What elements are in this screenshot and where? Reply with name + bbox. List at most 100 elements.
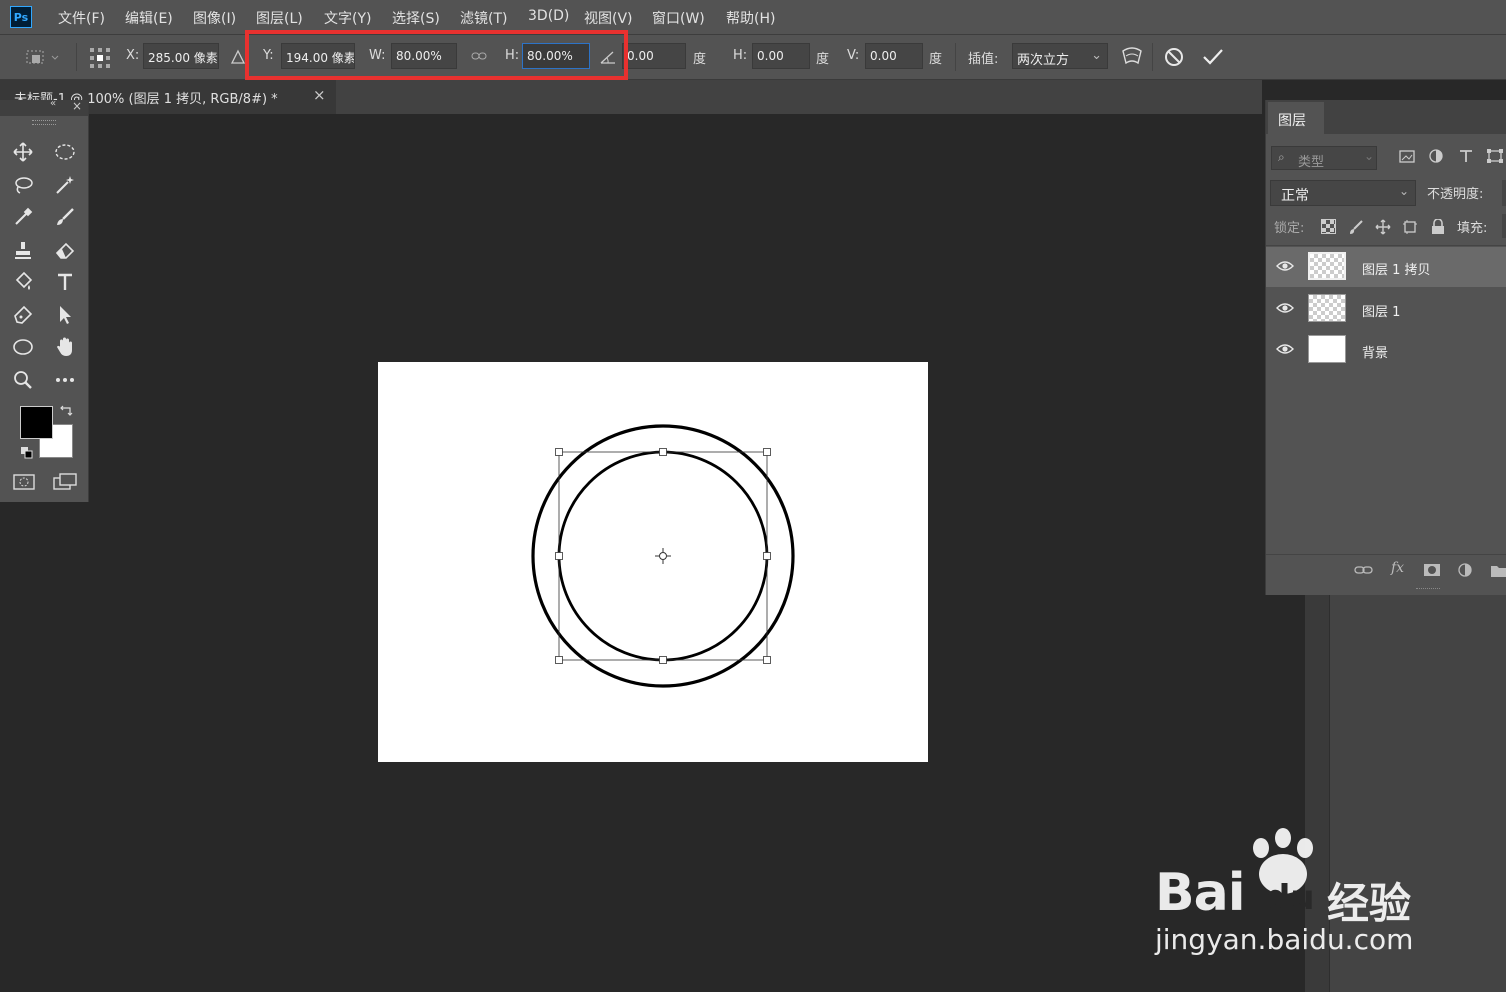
layer-thumbnail — [1308, 252, 1346, 280]
menu-layer[interactable]: 图层(L) — [256, 8, 303, 28]
blend-mode-value: 正常 — [1281, 188, 1309, 204]
opacity-label: 不透明度: — [1427, 187, 1484, 202]
default-colors-icon[interactable] — [20, 446, 34, 460]
chevron-down-icon: ⌄ — [1091, 48, 1102, 63]
layer-filter-select[interactable]: ⌕ 类型 ⌄ — [1271, 146, 1377, 170]
brush-tool-icon[interactable] — [49, 203, 81, 231]
menu-bar: Ps 文件(F) 编辑(E) 图像(I) 图层(L) 文字(Y) 选择(S) 滤… — [0, 0, 1506, 35]
opacity-input[interactable] — [1502, 180, 1506, 206]
x-label: X: — [126, 48, 140, 63]
layers-tab[interactable]: 图层 — [1268, 102, 1324, 134]
layer-row[interactable]: 背景 — [1266, 330, 1506, 370]
menu-image[interactable]: 图像(I) — [193, 8, 236, 28]
inner-circle — [557, 450, 769, 662]
ellipse-tool-icon[interactable] — [7, 333, 39, 361]
more-tools-icon[interactable] — [49, 366, 81, 394]
highlight-box — [245, 30, 628, 80]
visibility-eye-icon[interactable] — [1276, 259, 1294, 273]
menu-help[interactable]: 帮助(H) — [726, 8, 775, 28]
menu-filter[interactable]: 滤镜(T) — [460, 8, 507, 28]
elliptical-marquee-icon[interactable] — [49, 138, 81, 166]
lock-transparent-icon[interactable] — [1321, 219, 1337, 235]
outer-circle — [531, 424, 795, 688]
menu-window[interactable]: 窗口(W) — [652, 8, 705, 28]
close-panel-icon[interactable]: × — [72, 99, 82, 113]
collapse-icon[interactable]: « — [50, 98, 56, 109]
relative-position-icon[interactable] — [230, 49, 246, 65]
interpolation-select[interactable]: 两次立方 ⌄ — [1012, 43, 1108, 69]
vskew-unit: 度 — [929, 52, 943, 67]
add-mask-icon[interactable] — [1423, 562, 1441, 578]
layer-row[interactable]: 图层 1 拷贝 — [1266, 247, 1506, 287]
clone-stamp-icon[interactable] — [7, 236, 39, 264]
blend-mode-select[interactable]: 正常 ⌄ — [1270, 180, 1416, 206]
eraser-tool-icon[interactable] — [49, 236, 81, 264]
x-input[interactable]: 285.00 像素 — [143, 43, 219, 69]
filter-pixel-icon[interactable] — [1398, 148, 1416, 164]
grip-icon — [32, 120, 56, 125]
fill-input[interactable] — [1502, 214, 1506, 238]
close-tab-icon[interactable]: × — [313, 86, 326, 104]
vskew-input[interactable]: 0.00 — [865, 43, 923, 69]
layer-filter-label: 类型 — [1298, 155, 1325, 170]
pen-tool-icon[interactable] — [7, 301, 39, 329]
layers-tab-label: 图层 — [1278, 113, 1306, 129]
lock-label: 锁定: — [1274, 221, 1305, 236]
adjustment-layer-icon[interactable] — [1457, 562, 1473, 578]
commit-transform-icon[interactable] — [1201, 46, 1225, 68]
divider — [1266, 245, 1506, 246]
foreground-color-swatch[interactable] — [20, 406, 53, 439]
watermark-brand-right: du — [1266, 878, 1315, 918]
type-tool-icon[interactable] — [49, 268, 81, 296]
warp-mode-icon[interactable] — [1120, 45, 1144, 69]
visibility-eye-icon[interactable] — [1276, 342, 1294, 356]
lock-artboard-icon[interactable] — [1402, 219, 1418, 235]
hskew-input[interactable]: 0.00 — [752, 43, 810, 69]
paint-bucket-icon[interactable] — [7, 268, 39, 296]
cancel-transform-icon[interactable] — [1163, 46, 1185, 68]
menu-select[interactable]: 选择(S) — [392, 8, 440, 28]
visibility-eye-icon[interactable] — [1276, 301, 1294, 315]
rotate-input[interactable]: 0.00 — [622, 43, 686, 69]
move-tool-icon[interactable] — [7, 138, 39, 166]
swap-colors-icon[interactable] — [58, 404, 74, 418]
layer-row[interactable]: 图层 1 — [1266, 289, 1506, 329]
lock-position-icon[interactable] — [1375, 219, 1391, 235]
new-group-icon[interactable] — [1490, 563, 1506, 577]
layer-style-fx-icon[interactable]: fx — [1391, 560, 1404, 576]
path-selection-icon[interactable] — [49, 301, 81, 329]
resize-grip-icon[interactable] — [1416, 588, 1440, 592]
magic-wand-icon[interactable] — [49, 171, 81, 199]
menu-edit[interactable]: 编辑(E) — [125, 8, 173, 28]
screen-mode-icon[interactable] — [52, 472, 78, 492]
eyedropper-icon[interactable] — [7, 203, 39, 231]
watermark-brand-left: Bai — [1155, 863, 1246, 923]
lock-all-icon[interactable] — [1431, 219, 1445, 235]
options-bar: X: 285.00 像素 Y: 194.00 像素 W: 80.00% H: 8… — [0, 35, 1506, 80]
filter-adjustment-icon[interactable] — [1427, 148, 1445, 164]
menu-file[interactable]: 文件(F) — [58, 8, 105, 28]
transform-handles[interactable] — [555, 448, 771, 664]
quick-mask-icon[interactable] — [12, 472, 36, 492]
lock-pixels-icon[interactable] — [1348, 219, 1364, 235]
zoom-tool-icon[interactable] — [7, 366, 39, 394]
hskew-unit: 度 — [816, 52, 830, 67]
document-canvas[interactable] — [378, 362, 928, 762]
watermark-brand-cn: 经验 — [1327, 879, 1412, 928]
lasso-tool-icon[interactable] — [7, 171, 39, 199]
filter-shape-icon[interactable] — [1486, 148, 1504, 164]
hand-tool-icon[interactable] — [49, 333, 81, 361]
filter-type-icon[interactable] — [1457, 148, 1475, 164]
reference-point-icon[interactable] — [88, 46, 112, 70]
transform-tool-icon[interactable] — [24, 47, 60, 69]
tools-panel-header[interactable]: « × — [0, 98, 88, 116]
menu-type[interactable]: 文字(Y) — [324, 8, 371, 28]
reference-point-crosshair-icon[interactable] — [655, 548, 671, 564]
layers-footer: fx — [1266, 554, 1506, 587]
menu-3d[interactable]: 3D(D) — [528, 8, 569, 24]
interpolation-value: 两次立方 — [1017, 53, 1070, 68]
menu-view[interactable]: 视图(V) — [584, 8, 633, 28]
interpolation-label: 插值: — [968, 52, 999, 67]
link-layers-icon[interactable] — [1354, 563, 1374, 577]
layers-panel: 图层 ⌕ 类型 ⌄ 正常 ⌄ 不透明度: 锁定: 填充: 图层 1 拷贝 图层 … — [1265, 100, 1506, 595]
